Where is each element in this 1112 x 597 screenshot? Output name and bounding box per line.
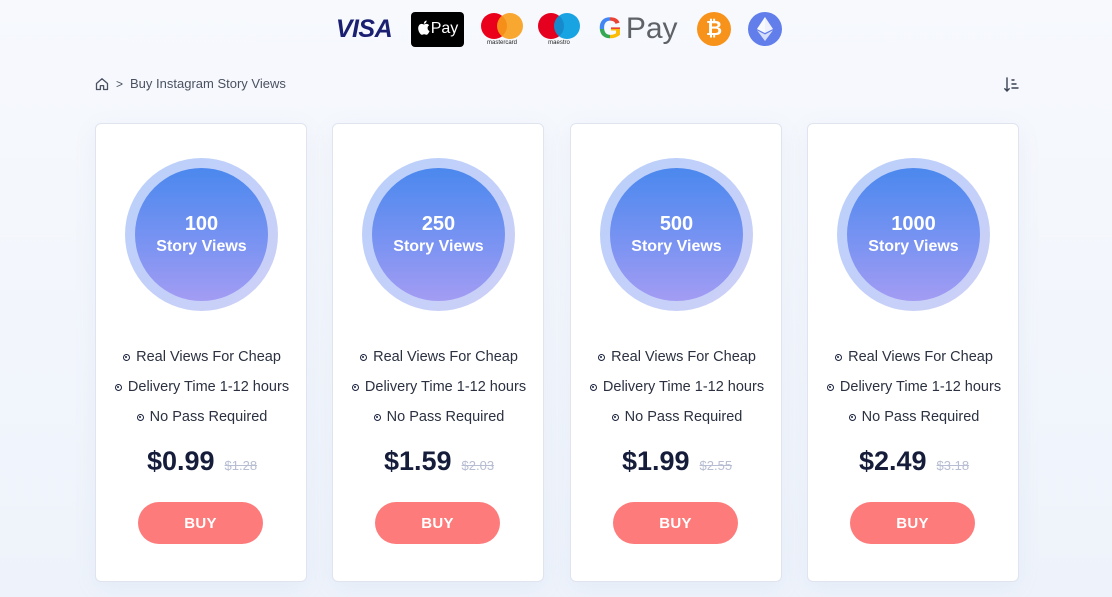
old-price: $2.55 bbox=[699, 458, 733, 473]
old-price: $3.18 bbox=[936, 458, 970, 473]
maestro-logo: maestro bbox=[537, 8, 581, 50]
price-row: $1.59 $2.03 bbox=[333, 446, 545, 477]
buy-button[interactable]: BUY bbox=[850, 502, 975, 544]
bullet-icon bbox=[826, 383, 834, 391]
feature-item: Real Views For Cheap bbox=[333, 342, 545, 372]
visa-wordmark: VISA bbox=[335, 14, 393, 43]
price-row: $2.49 $3.18 bbox=[808, 446, 1020, 477]
feature-item: No Pass Required bbox=[571, 402, 783, 432]
buy-button[interactable]: BUY bbox=[613, 502, 738, 544]
bitcoin-symbol: ₿ bbox=[697, 12, 731, 46]
package-list: 100 Story Views Real Views For Cheap Del… bbox=[95, 123, 1020, 583]
bullet-icon bbox=[360, 353, 368, 361]
feature-list: Real Views For Cheap Delivery Time 1-12 … bbox=[571, 342, 783, 432]
feature-text: Delivery Time 1-12 hours bbox=[839, 379, 1002, 395]
bullet-icon bbox=[123, 353, 131, 361]
package-unit: Story Views bbox=[868, 237, 959, 255]
package-amount: 500 bbox=[659, 212, 694, 235]
feature-text: Real Views For Cheap bbox=[611, 349, 756, 365]
package-card: 1000 Story Views Real Views For Cheap De… bbox=[807, 123, 1019, 582]
package-unit: Story Views bbox=[631, 237, 722, 255]
feature-item: Delivery Time 1-12 hours bbox=[96, 372, 308, 402]
payment-methods: VISA Pay mastercard maestro G Pay ₿ bbox=[0, 8, 1112, 50]
bullet-icon bbox=[835, 353, 843, 361]
feature-item: Real Views For Cheap bbox=[571, 342, 783, 372]
package-card: 250 Story Views Real Views For Cheap Del… bbox=[332, 123, 544, 582]
bullet-icon bbox=[611, 413, 619, 421]
package-badge: 500 Story Views bbox=[600, 158, 753, 311]
package-amount: 250 bbox=[421, 212, 456, 235]
old-price: $1.28 bbox=[224, 458, 258, 473]
feature-text: No Pass Required bbox=[861, 409, 980, 425]
sort-icon[interactable] bbox=[1003, 76, 1021, 94]
feature-text: Real Views For Cheap bbox=[848, 349, 993, 365]
google-pay-logo: G Pay bbox=[595, 8, 681, 50]
feature-text: Real Views For Cheap bbox=[136, 349, 281, 365]
old-price: $2.03 bbox=[461, 458, 495, 473]
feature-item: Real Views For Cheap bbox=[808, 342, 1020, 372]
bullet-icon bbox=[848, 413, 856, 421]
feature-list: Real Views For Cheap Delivery Time 1-12 … bbox=[808, 342, 1020, 432]
bullet-icon bbox=[373, 413, 381, 421]
feature-text: Real Views For Cheap bbox=[373, 349, 518, 365]
package-card: 100 Story Views Real Views For Cheap Del… bbox=[95, 123, 307, 582]
package-badge: 250 Story Views bbox=[362, 158, 515, 311]
maestro-wordmark: maestro bbox=[548, 39, 570, 46]
bullet-icon bbox=[598, 353, 606, 361]
feature-item: No Pass Required bbox=[96, 402, 308, 432]
visa-logo: VISA bbox=[332, 8, 396, 50]
feature-text: Delivery Time 1-12 hours bbox=[364, 379, 527, 395]
breadcrumb-separator: > bbox=[116, 76, 124, 91]
package-unit: Story Views bbox=[393, 237, 484, 255]
feature-text: No Pass Required bbox=[624, 409, 743, 425]
google-pay-wordmark: Pay bbox=[625, 12, 678, 45]
feature-item: Delivery Time 1-12 hours bbox=[571, 372, 783, 402]
package-amount: 100 bbox=[184, 212, 219, 235]
mastercard-logo: mastercard bbox=[480, 8, 524, 50]
breadcrumb: > Buy Instagram Story Views bbox=[95, 76, 286, 91]
bullet-icon bbox=[351, 383, 359, 391]
feature-list: Real Views For Cheap Delivery Time 1-12 … bbox=[333, 342, 545, 432]
feature-text: Delivery Time 1-12 hours bbox=[127, 379, 290, 395]
buy-button[interactable]: BUY bbox=[138, 502, 263, 544]
feature-item: Delivery Time 1-12 hours bbox=[333, 372, 545, 402]
price-row: $1.99 $2.55 bbox=[571, 446, 783, 477]
price: $1.99 bbox=[621, 446, 690, 476]
price-row: $0.99 $1.28 bbox=[96, 446, 308, 477]
package-card: 500 Story Views Real Views For Cheap Del… bbox=[570, 123, 782, 582]
breadcrumb-current: Buy Instagram Story Views bbox=[130, 76, 286, 91]
buy-button[interactable]: BUY bbox=[375, 502, 500, 544]
home-icon[interactable] bbox=[95, 77, 109, 91]
package-badge: 1000 Story Views bbox=[837, 158, 990, 311]
bullet-icon bbox=[589, 383, 597, 391]
apple-icon bbox=[417, 20, 430, 39]
apple-pay-logo: Pay bbox=[411, 8, 464, 50]
feature-list: Real Views For Cheap Delivery Time 1-12 … bbox=[96, 342, 308, 432]
price: $2.49 bbox=[858, 446, 927, 476]
bitcoin-icon: ₿ bbox=[697, 8, 731, 50]
bullet-icon bbox=[136, 413, 144, 421]
feature-text: No Pass Required bbox=[386, 409, 505, 425]
ethereum-icon bbox=[748, 8, 782, 50]
mastercard-wordmark: mastercard bbox=[486, 39, 517, 46]
feature-item: Real Views For Cheap bbox=[96, 342, 308, 372]
feature-item: No Pass Required bbox=[333, 402, 545, 432]
google-g-icon: G bbox=[598, 12, 622, 45]
price: $0.99 bbox=[146, 446, 215, 476]
price: $1.59 bbox=[383, 446, 452, 476]
feature-item: No Pass Required bbox=[808, 402, 1020, 432]
bullet-icon bbox=[114, 383, 122, 391]
apple-pay-wordmark: Pay bbox=[430, 20, 459, 37]
package-unit: Story Views bbox=[156, 237, 247, 255]
feature-text: No Pass Required bbox=[149, 409, 268, 425]
feature-text: Delivery Time 1-12 hours bbox=[602, 379, 765, 395]
feature-item: Delivery Time 1-12 hours bbox=[808, 372, 1020, 402]
package-amount: 1000 bbox=[891, 212, 936, 235]
package-badge: 100 Story Views bbox=[125, 158, 278, 311]
